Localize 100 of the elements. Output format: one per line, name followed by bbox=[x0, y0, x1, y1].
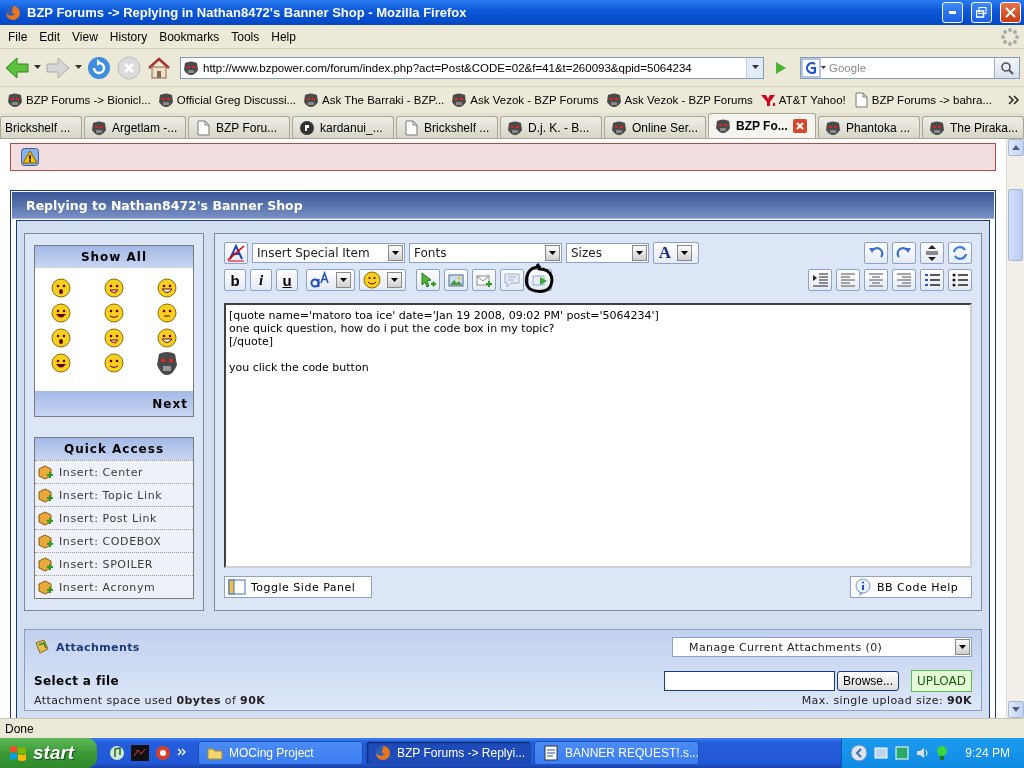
smiley-icon[interactable] bbox=[156, 327, 177, 348]
minimize-button[interactable] bbox=[942, 2, 963, 23]
status-text: Done bbox=[5, 721, 34, 736]
bullet-list-button[interactable] bbox=[948, 269, 972, 291]
file-field[interactable] bbox=[664, 671, 835, 691]
browser-tab[interactable]: Argetlam -... bbox=[84, 116, 186, 138]
scroll-down-icon[interactable] bbox=[1011, 707, 1020, 712]
font-color-dropdown[interactable] bbox=[306, 269, 355, 291]
dropdown[interactable]: Sizes bbox=[566, 243, 649, 263]
google-g-icon[interactable] bbox=[801, 57, 827, 78]
music-note-icon[interactable] bbox=[109, 745, 125, 761]
browser-tab[interactable]: BZP Foru... bbox=[188, 116, 290, 138]
browser-tab[interactable]: kardanui_... bbox=[292, 116, 394, 138]
insert-link-button[interactable] bbox=[416, 269, 440, 291]
indent-button[interactable] bbox=[808, 269, 832, 291]
smiley-icon[interactable] bbox=[51, 327, 72, 348]
font-color-icon bbox=[309, 271, 330, 289]
search-input[interactable]: Google bbox=[827, 60, 994, 75]
menu-item[interactable]: Tools bbox=[225, 27, 266, 46]
color-dropdown[interactable]: A bbox=[653, 242, 699, 264]
italic-button[interactable]: i bbox=[250, 269, 272, 291]
browser-tab[interactable]: Online Ser... bbox=[604, 116, 706, 138]
bold-button[interactable]: b bbox=[224, 269, 246, 291]
smiley-icon[interactable] bbox=[51, 352, 72, 373]
firefox-icon[interactable] bbox=[155, 745, 171, 761]
browse-button[interactable]: Browse... bbox=[837, 671, 900, 691]
browser-tab[interactable]: The Piraka... bbox=[922, 116, 1024, 138]
menu-item[interactable]: Edit bbox=[33, 27, 67, 46]
smiley-icon[interactable] bbox=[156, 277, 177, 298]
align-center-button[interactable] bbox=[864, 269, 888, 291]
insert-image-button[interactable] bbox=[444, 269, 468, 291]
refresh-button[interactable] bbox=[948, 242, 972, 264]
browser-tab[interactable]: Brickshelf ... bbox=[0, 116, 82, 138]
numbered-list-button[interactable] bbox=[920, 269, 944, 291]
scroll-up-icon[interactable] bbox=[1011, 145, 1020, 150]
undo-button[interactable] bbox=[864, 242, 888, 264]
mask-icon bbox=[157, 92, 174, 108]
help-button[interactable]: BB Code Help bbox=[850, 576, 972, 598]
bookmark-link[interactable]: Ask Vezok - BZP Forums bbox=[624, 94, 753, 106]
mask-icon[interactable] bbox=[155, 349, 178, 376]
browser-tab[interactable]: BZP Fo... bbox=[708, 113, 816, 138]
search-icon[interactable] bbox=[1000, 60, 1014, 75]
bookmark-link[interactable]: Ask The Barraki - BZP... bbox=[322, 94, 445, 106]
bulb-icon[interactable] bbox=[936, 745, 949, 761]
back-button[interactable] bbox=[4, 55, 30, 80]
remove-format-button[interactable] bbox=[224, 242, 248, 264]
dropdown[interactable]: Insert Special Item bbox=[252, 243, 405, 263]
start-button[interactable]: start bbox=[0, 738, 97, 768]
bookmark-link[interactable]: Ask Vezok - BZP Forums bbox=[470, 94, 599, 106]
media-player-icon[interactable] bbox=[131, 745, 149, 761]
toggle-panel-button[interactable]: Toggle Side Panel bbox=[224, 576, 372, 598]
message-field[interactable]: [quote name='matoro toa ice' date='Jan 19 2008, 09:02 PM' post='5064234'] one quick question, how do i put the code box in my topic? [/quote] you click the code button bbox=[224, 303, 972, 568]
back-arrow-icon bbox=[4, 55, 30, 80]
browser-tab[interactable]: Brickshelf ... bbox=[396, 116, 498, 138]
close-button[interactable] bbox=[1000, 2, 1021, 23]
home-button[interactable] bbox=[146, 55, 172, 80]
smiley-icon[interactable] bbox=[104, 352, 124, 373]
upload-button[interactable]: UPLOAD bbox=[911, 670, 972, 692]
bookmark-link[interactable]: BZP Forums -> Bionicl... bbox=[26, 94, 151, 106]
smiley-icon[interactable] bbox=[104, 327, 124, 348]
bookmark-link[interactable]: BZP Forums -> bahra... bbox=[871, 94, 992, 106]
dropdown[interactable]: Fonts bbox=[409, 243, 562, 263]
emoticon-dropdown[interactable] bbox=[359, 269, 406, 291]
box-plus-icon bbox=[38, 579, 54, 595]
search-field[interactable]: Google bbox=[800, 56, 1020, 79]
bookmark-link[interactable]: AT&T Yahoo! bbox=[778, 94, 846, 106]
menu-item[interactable]: History bbox=[103, 27, 154, 46]
resize-button[interactable] bbox=[920, 242, 944, 264]
menu-item[interactable]: View bbox=[66, 27, 104, 46]
scroll-thumb[interactable] bbox=[1008, 189, 1023, 261]
align-left-button[interactable] bbox=[836, 269, 860, 291]
bookmark-link[interactable]: Official Greg Discussi... bbox=[176, 94, 297, 106]
close-tab-icon[interactable] bbox=[792, 119, 807, 133]
taskbar-button[interactable]: BZP Forums -> Replyi... bbox=[366, 741, 531, 765]
next-link[interactable]: Next bbox=[35, 391, 193, 416]
redo-button[interactable] bbox=[892, 242, 916, 264]
chevron-icon[interactable] bbox=[1008, 95, 1020, 105]
smiley-icon[interactable] bbox=[104, 302, 124, 323]
more-chevron-icon[interactable] bbox=[177, 748, 187, 758]
attachments-dropdown[interactable]: Manage Current Attachments (0) bbox=[672, 637, 972, 657]
browser-tab[interactable]: Phantoka ... bbox=[818, 116, 920, 138]
panel-icon bbox=[228, 578, 246, 596]
maximize-button[interactable] bbox=[971, 2, 992, 23]
reload-button[interactable] bbox=[86, 54, 112, 81]
address-field[interactable]: http://www.bzpower.com/forum/index.php?act=Post&CODE=02&f=41&t=260093&qpid=5064234 bbox=[180, 56, 764, 79]
taskbar-button[interactable]: MOCing Project bbox=[198, 741, 363, 765]
caret-icon bbox=[75, 65, 82, 70]
smiley-icon[interactable] bbox=[104, 277, 124, 298]
menu-item[interactable]: Help bbox=[265, 27, 302, 46]
browser-tab[interactable]: D.j. K. - B... bbox=[500, 116, 602, 138]
underline-button[interactable]: u bbox=[276, 269, 298, 291]
smiley-icon[interactable] bbox=[51, 277, 72, 298]
insert-email-button[interactable] bbox=[472, 269, 496, 291]
menu-item[interactable]: File bbox=[2, 27, 34, 46]
tray-collapse-icon[interactable] bbox=[850, 744, 869, 762]
smiley-icon[interactable] bbox=[51, 302, 72, 323]
network-icon[interactable] bbox=[873, 745, 890, 761]
menu-item[interactable]: Bookmarks bbox=[153, 27, 226, 46]
page-icon bbox=[403, 119, 419, 136]
taskbar-button[interactable]: BANNER REQUEST!.s... bbox=[534, 741, 699, 765]
